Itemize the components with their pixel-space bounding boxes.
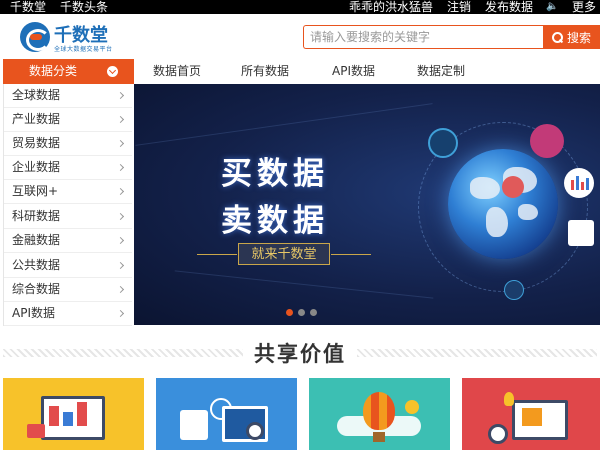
- banner-title-buy: 买数据: [221, 156, 329, 192]
- banner-decor-line: [135, 103, 433, 146]
- sidebar-item-enterprise[interactable]: 企业数据: [4, 156, 132, 180]
- science-illustration: [176, 388, 276, 450]
- sidebar-item-label: 全球数据: [12, 88, 61, 102]
- chevron-right-icon: [116, 139, 125, 148]
- chevron-right-icon: [116, 187, 125, 196]
- chevron-down-icon: [107, 66, 118, 77]
- chevron-right-icon: [116, 91, 125, 100]
- chevron-right-icon: [116, 115, 125, 124]
- logo-tagline: 全球大数据交易平台: [54, 46, 113, 53]
- globe-icon: [448, 149, 558, 259]
- top-bar: 千数堂 千数头条 乖乖的洪水猛兽 注销 发布数据 🔈 更多: [0, 0, 600, 14]
- carousel-dot-2[interactable]: [298, 309, 305, 316]
- nav-item-all-data[interactable]: 所有数据: [241, 59, 289, 84]
- sidebar-item-label: 金融数据: [12, 233, 61, 247]
- document-bubble-icon: [568, 220, 594, 246]
- site-logo[interactable]: 千数堂 全球大数据交易平台: [20, 20, 160, 56]
- sidebar-item-label: 贸易数据: [12, 136, 61, 150]
- search-input[interactable]: [303, 25, 543, 49]
- section-title: 共享价值: [254, 342, 346, 366]
- section-header: 共享价值: [0, 334, 600, 372]
- sidebar-item-label: 企业数据: [12, 160, 61, 174]
- category-menu-label: 数据分类: [29, 64, 78, 78]
- workspace-illustration: [482, 388, 582, 450]
- chevron-right-icon: [116, 285, 125, 294]
- search-button[interactable]: 搜索: [543, 25, 600, 49]
- header: 千数堂 全球大数据交易平台 搜索: [0, 14, 600, 59]
- search-bar: 搜索: [303, 25, 600, 49]
- banner-decor-line: [174, 270, 434, 299]
- chevron-right-icon: [116, 261, 125, 270]
- sidebar-item-public[interactable]: 公共数据: [4, 254, 132, 278]
- divider: [331, 254, 371, 255]
- chart-bubble-icon: [428, 128, 458, 158]
- nav-item-home[interactable]: 数据首页: [153, 59, 201, 84]
- chevron-right-icon: [116, 212, 125, 221]
- feature-card-1[interactable]: [3, 378, 144, 450]
- sidebar-item-research[interactable]: 科研数据: [4, 205, 132, 229]
- feature-card-4[interactable]: [462, 378, 600, 450]
- feature-card-3[interactable]: [309, 378, 450, 450]
- carousel-dot-1[interactable]: [286, 309, 293, 316]
- search-icon: [551, 31, 563, 43]
- category-menu-toggle[interactable]: 数据分类: [3, 59, 134, 84]
- hero-banner[interactable]: 买数据 卖数据 就来千数堂: [134, 84, 600, 325]
- banner-subtitle: 就来千数堂: [238, 243, 330, 265]
- site-link-headlines[interactable]: 千数头条: [60, 0, 108, 14]
- sidebar-item-label: 公共数据: [12, 258, 61, 272]
- banner-title-sell: 卖数据: [221, 203, 329, 239]
- main-nav: 数据分类 数据首页 所有数据 API数据 数据定制: [0, 59, 600, 84]
- dot-bubble-icon: [502, 176, 524, 198]
- banner-subtitle-box: 就来千数堂: [197, 243, 371, 265]
- chevron-right-icon: [116, 309, 125, 318]
- username-link[interactable]: 乖乖的洪水猛兽: [349, 0, 433, 14]
- dashboard-illustration: [23, 388, 123, 450]
- sidebar-item-comprehensive[interactable]: 综合数据: [4, 278, 132, 302]
- divider: [197, 254, 237, 255]
- speaker-icon[interactable]: 🔈: [546, 0, 558, 14]
- feature-card-2[interactable]: [156, 378, 297, 450]
- sidebar-item-label: 互联网+: [12, 184, 59, 198]
- chevron-right-icon: [116, 236, 125, 245]
- sidebar-item-api[interactable]: API数据: [4, 302, 132, 326]
- site-link-qianshutang[interactable]: 千数堂: [10, 0, 46, 14]
- sidebar-item-label: 综合数据: [12, 282, 61, 296]
- chevron-right-icon: [116, 163, 125, 172]
- more-link[interactable]: 更多: [572, 0, 596, 14]
- category-sidebar: 全球数据 产业数据 贸易数据 企业数据 互联网+ 科研数据 金融数据 公共数据 …: [3, 84, 134, 326]
- sidebar-item-finance[interactable]: 金融数据: [4, 229, 132, 253]
- search-button-label: 搜索: [566, 30, 591, 45]
- sidebar-item-label: API数据: [12, 306, 55, 320]
- logo-mark-icon: [20, 22, 50, 52]
- sidebar-item-label: 科研数据: [12, 209, 61, 223]
- nav-item-api-data[interactable]: API数据: [332, 59, 375, 84]
- pie-bubble-icon: [530, 124, 564, 158]
- sidebar-item-label: 产业数据: [12, 112, 61, 126]
- publish-data-link[interactable]: 发布数据: [485, 0, 533, 14]
- sidebar-item-internet[interactable]: 互联网+: [4, 180, 132, 204]
- logout-link[interactable]: 注销: [447, 0, 471, 14]
- balloon-illustration: [329, 388, 429, 450]
- sidebar-item-trade[interactable]: 贸易数据: [4, 132, 132, 156]
- at-sign-icon: [504, 280, 524, 300]
- sidebar-item-industry[interactable]: 产业数据: [4, 108, 132, 132]
- sidebar-item-global[interactable]: 全球数据: [4, 84, 132, 108]
- bar-chart-bubble-icon: [564, 168, 594, 198]
- nav-item-custom-data[interactable]: 数据定制: [417, 59, 465, 84]
- carousel-dot-3[interactable]: [310, 309, 317, 316]
